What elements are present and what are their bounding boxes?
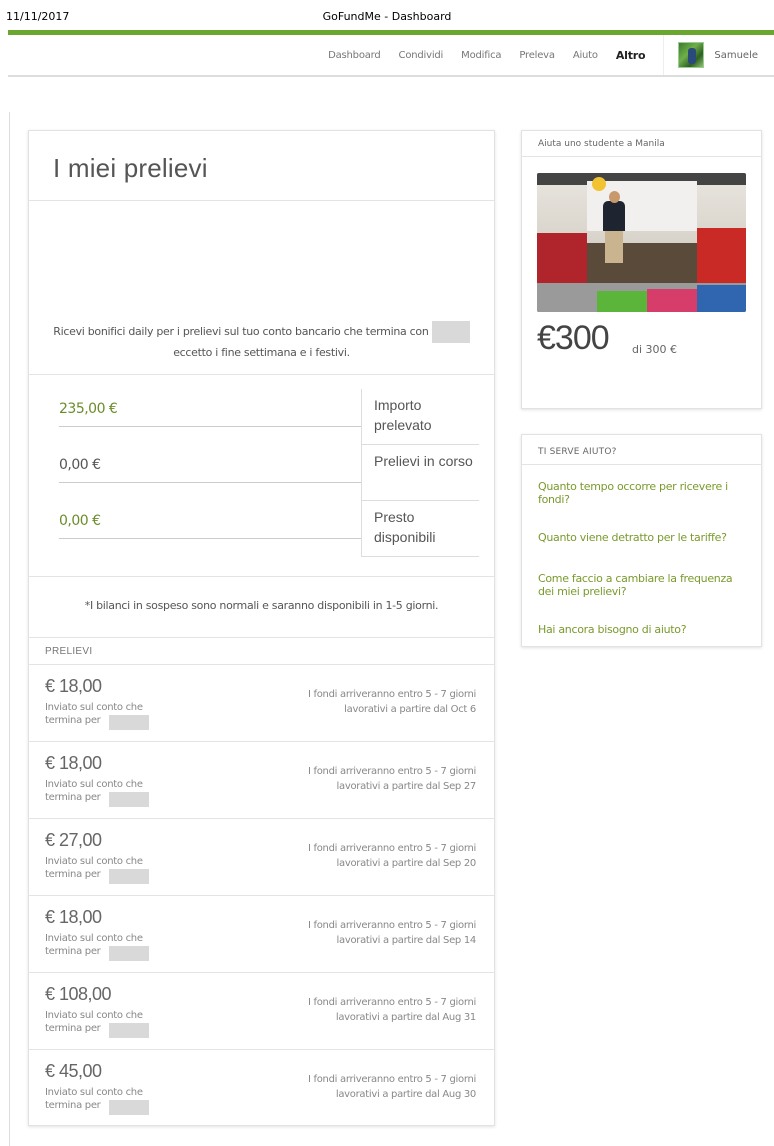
withdrawal-status: I fondi arriveranno entro 5 - 7 giorni la… (256, 841, 476, 871)
nav-divider (663, 35, 665, 75)
balance-value: 0,00 € (59, 453, 361, 483)
nav-modifica[interactable]: Modifica (461, 50, 501, 61)
top-nav: Dashboard Condividi Modifica Preleva Aiu… (8, 35, 774, 77)
withdrawals-list: € 18,00 Inviato sul conto che termina pe… (29, 665, 494, 1127)
withdrawal-status: I fondi arriveranno entro 5 - 7 giorni la… (256, 764, 476, 794)
withdrawal-status: I fondi arriveranno entro 5 - 7 giorni la… (256, 687, 476, 717)
bank-info: Ricevi bonifici daily per i prelievi sul… (29, 201, 494, 375)
bank-info-text: Ricevi bonifici daily per i prelievi sul… (29, 321, 494, 363)
withdrawal-status-line2: lavorativi a partire dal Aug 31 (335, 1012, 476, 1023)
redacted-account (109, 869, 149, 884)
campaign-photo[interactable] (537, 173, 746, 312)
withdrawal-status: I fondi arriveranno entro 5 - 7 giorni la… (256, 1072, 476, 1102)
redacted-account (109, 1023, 149, 1038)
withdrawal-row: € 45,00 Inviato sul conto che termina pe… (29, 1050, 494, 1127)
withdrawal-amount: € 18,00 (45, 753, 102, 773)
page-title: I miei prelievi (29, 131, 494, 201)
bank-info-line2: eccetto i fine settimana e i festivi. (173, 346, 350, 359)
nav-user-name[interactable]: Samuele (714, 50, 758, 61)
balance-label: Presto disponibili (361, 501, 479, 557)
withdrawal-row: € 27,00 Inviato sul conto che termina pe… (29, 819, 494, 896)
withdrawals-header: PRELIEVI (29, 637, 494, 665)
help-link-timing[interactable]: Quanto tempo occorre per ricevere i fond… (538, 480, 748, 506)
balance-value: 235,00 € (59, 397, 361, 427)
redacted-account (109, 946, 149, 961)
redacted-account (431, 321, 470, 343)
balance-value: 0,00 € (59, 509, 361, 539)
withdrawal-status-line1: I fondi arriveranno entro 5 - 7 giorni (307, 843, 476, 854)
campaign-raised: €300 (537, 319, 610, 357)
withdrawal-status-line1: I fondi arriveranno entro 5 - 7 giorni (307, 997, 476, 1008)
withdrawal-amount: € 27,00 (45, 830, 102, 850)
withdrawal-status: I fondi arriveranno entro 5 - 7 giorni la… (256, 995, 476, 1025)
campaign-card[interactable]: Aiuta uno studente a Manila €300 di 300 … (521, 130, 762, 409)
withdrawal-status-line1: I fondi arriveranno entro 5 - 7 giorni (307, 920, 476, 931)
withdrawal-row: € 18,00 Inviato sul conto che termina pe… (29, 896, 494, 973)
nav-condividi[interactable]: Condividi (399, 50, 444, 61)
help-card: TI SERVE AIUTO? Quanto tempo occorre per… (521, 434, 762, 647)
withdrawal-status-line1: I fondi arriveranno entro 5 - 7 giorni (307, 1074, 476, 1085)
nav-preleva[interactable]: Preleva (519, 50, 555, 61)
withdrawal-status-line2: lavorativi a partire dal Aug 30 (335, 1089, 476, 1100)
user-avatar[interactable] (678, 42, 705, 68)
withdrawal-amount: € 45,00 (45, 1061, 102, 1081)
redacted-account (109, 792, 149, 807)
balance-label: Prelievi in corso (361, 445, 479, 501)
withdrawal-status: I fondi arriveranno entro 5 - 7 giorni la… (256, 918, 476, 948)
withdrawal-amount: € 18,00 (45, 676, 102, 696)
withdrawal-amount: € 108,00 (45, 984, 112, 1004)
withdrawal-status-line2: lavorativi a partire dal Sep 27 (336, 781, 477, 792)
nav-altro[interactable]: Altro (616, 49, 646, 62)
help-link-more-help[interactable]: Hai ancora bisogno di aiuto? (538, 623, 748, 636)
help-header: TI SERVE AIUTO? (522, 435, 761, 465)
campaign-name[interactable]: Aiuta uno studente a Manila (522, 131, 761, 157)
balances: 235,00 € Importo prelevato 0,00 € Prelie… (29, 375, 494, 577)
balance-label: Importo prelevato (361, 389, 479, 445)
withdrawal-amount: € 18,00 (45, 907, 102, 927)
nav-dashboard[interactable]: Dashboard (328, 50, 381, 61)
redacted-account (109, 1100, 149, 1115)
nav-aiuto[interactable]: Aiuto (573, 50, 598, 61)
left-rule (9, 112, 10, 1146)
withdrawal-status-line2: lavorativi a partire dal Sep 20 (336, 858, 477, 869)
withdrawal-row: € 108,00 Inviato sul conto che termina p… (29, 973, 494, 1050)
withdrawal-status-line1: I fondi arriveranno entro 5 - 7 giorni (307, 766, 476, 777)
print-title: GoFundMe - Dashboard (322, 10, 452, 23)
balance-available-soon: 0,00 € Presto disponibili (59, 501, 479, 565)
withdrawals-card: I miei prelievi Ricevi bonifici daily pe… (28, 130, 495, 1126)
redacted-account (109, 715, 149, 730)
withdrawal-status-line1: I fondi arriveranno entro 5 - 7 giorni (307, 689, 476, 700)
withdrawal-row: € 18,00 Inviato sul conto che termina pe… (29, 742, 494, 819)
help-link-fees[interactable]: Quanto viene detratto per le tariffe? (538, 531, 748, 544)
bank-info-line1: Ricevi bonifici daily per i prelievi sul… (53, 325, 429, 338)
pending-note: *I bilanci in sospeso sono normali e sar… (84, 599, 439, 612)
withdrawal-status-line2: lavorativi a partire dal Sep 14 (336, 935, 477, 946)
help-link-frequency[interactable]: Come faccio a cambiare la frequenza dei … (538, 572, 748, 598)
withdrawal-status-line2: lavorativi a partire dal Oct 6 (344, 704, 476, 715)
campaign-goal: di 300 € (632, 343, 678, 356)
withdrawal-row: € 18,00 Inviato sul conto che termina pe… (29, 665, 494, 742)
